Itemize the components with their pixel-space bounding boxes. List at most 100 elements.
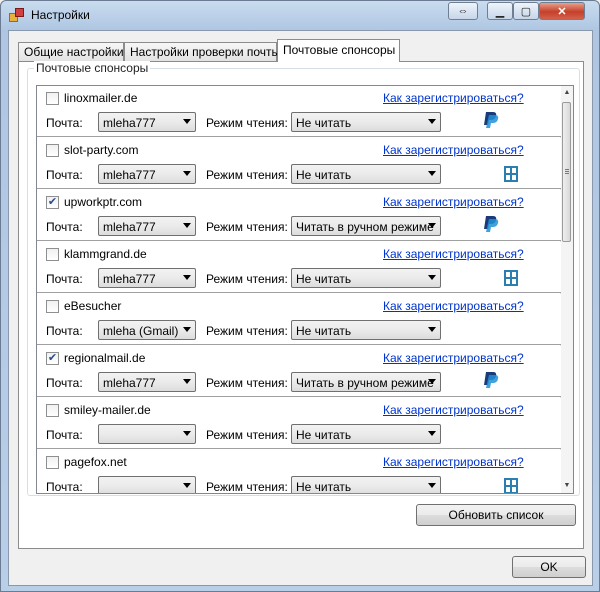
sponsor-entry: eBesucher Как зарегистрироваться? Почта: ml… (37, 294, 561, 345)
read-mode-label: Режим чтения: (206, 220, 288, 234)
ok-button[interactable]: OK (512, 556, 586, 578)
chevron-down-icon[interactable] (183, 119, 191, 124)
read-mode-combobox[interactable]: Читать в ручном режиме (291, 372, 441, 392)
read-mode-value: Не читать (296, 428, 352, 442)
mail-combobox[interactable] (98, 424, 196, 444)
mail-combobox[interactable]: mleha777 (98, 112, 196, 132)
register-link[interactable]: Как зарегистрироваться? (383, 455, 524, 469)
mail-label: Почта: (46, 220, 83, 234)
mail-combobox[interactable]: mleha777 (98, 268, 196, 288)
chevron-down-icon[interactable] (428, 379, 436, 384)
read-mode-combobox[interactable]: Не читать (291, 476, 441, 494)
sponsor-name: regionalmail.de (64, 351, 146, 365)
chevron-down-icon[interactable] (183, 171, 191, 176)
settings-window: Настройки ⇔ ▁ ▢ ✕ Общие настройки Настро… (0, 0, 600, 592)
read-mode-combobox[interactable]: Читать в ручном режиме (291, 216, 441, 236)
sponsor-entry: ✔ regionalmail.de Как зарегистрироваться? П… (37, 346, 561, 397)
mail-combobox-value: mleha (Gmail) (103, 324, 179, 338)
close-button[interactable]: ✕ (539, 2, 585, 20)
paypal-icon (481, 111, 501, 129)
read-mode-value: Не читать (296, 324, 352, 338)
maximize-button[interactable]: ▢ (513, 2, 539, 20)
register-link[interactable]: Как зарегистрироваться? (383, 299, 524, 313)
read-mode-value: Не читать (296, 480, 352, 494)
read-mode-combobox[interactable]: Не читать (291, 320, 441, 340)
register-link[interactable]: Как зарегистрироваться? (383, 195, 524, 209)
register-link[interactable]: Как зарегистрироваться? (383, 91, 524, 105)
swap-icon[interactable]: ⇔ (448, 2, 478, 20)
mail-combobox[interactable]: mleha777 (98, 372, 196, 392)
mail-combobox[interactable]: mleha (Gmail) (98, 320, 196, 340)
scroll-down-icon[interactable]: ▼ (561, 479, 573, 493)
enable-checkbox[interactable] (46, 92, 59, 105)
tab-mail-check-settings[interactable]: Настройки проверки почты (124, 42, 280, 61)
tab-page-mail-sponsors: Почтовые спонсоры ▲ ▼ linoxmailer.de Как … (18, 61, 584, 549)
read-mode-value: Не читать (296, 116, 352, 130)
app-icon (9, 8, 24, 22)
paypal-icon (481, 371, 501, 389)
sponsor-entry: slot-party.com Как зарегистрироваться? Поч… (37, 138, 561, 189)
mail-combobox-value: mleha777 (103, 272, 156, 286)
read-mode-label: Режим чтения: (206, 116, 288, 130)
read-mode-combobox[interactable]: Не читать (291, 268, 441, 288)
read-mode-label: Режим чтения: (206, 428, 288, 442)
read-mode-value: Не читать (296, 272, 352, 286)
refresh-list-button[interactable]: Обновить список (416, 504, 576, 526)
enable-checkbox[interactable] (46, 456, 59, 469)
chevron-down-icon[interactable] (428, 275, 436, 280)
read-mode-value: Читать в ручном режиме (296, 220, 434, 234)
register-link[interactable]: Как зарегистрироваться? (383, 403, 524, 417)
chevron-down-icon[interactable] (183, 223, 191, 228)
mail-combobox[interactable] (98, 476, 196, 493)
chevron-down-icon[interactable] (183, 483, 191, 488)
enable-checkbox[interactable] (46, 144, 59, 157)
sponsor-entry: pagefox.net Как зарегистрироваться? Почта:… (37, 450, 561, 494)
sponsor-name: smiley-mailer.de (64, 403, 151, 417)
tab-general-settings[interactable]: Общие настройки (18, 42, 124, 61)
read-mode-value: Не читать (296, 168, 352, 182)
chevron-down-icon[interactable] (428, 223, 436, 228)
client-area: Общие настройки Настройки проверки почты… (8, 30, 593, 586)
chevron-down-icon[interactable] (183, 275, 191, 280)
chevron-down-icon[interactable] (428, 119, 436, 124)
read-mode-label: Режим чтения: (206, 168, 288, 182)
sponsor-name: upworkptr.com (64, 195, 143, 209)
read-mode-combobox[interactable]: Не читать (291, 112, 441, 132)
chevron-down-icon[interactable] (428, 327, 436, 332)
register-link[interactable]: Как зарегистрироваться? (383, 143, 524, 157)
sponsor-name: eBesucher (64, 299, 122, 313)
read-mode-label: Режим чтения: (206, 376, 288, 390)
scroll-thumb[interactable] (562, 102, 571, 242)
minimize-button[interactable]: ▁ (487, 2, 513, 20)
enable-checkbox[interactable] (46, 300, 59, 313)
paypal-icon (481, 215, 501, 233)
mail-combobox[interactable]: mleha777 (98, 216, 196, 236)
enable-checkbox[interactable] (46, 248, 59, 261)
sponsor-entry: ✔ upworkptr.com Как зарегистрироваться? Поч… (37, 190, 561, 241)
mail-label: Почта: (46, 376, 83, 390)
chevron-down-icon[interactable] (428, 483, 436, 488)
read-mode-label: Режим чтения: (206, 324, 288, 338)
tab-mail-sponsors[interactable]: Почтовые спонсоры (277, 39, 400, 62)
register-link[interactable]: Как зарегистрироваться? (383, 351, 524, 365)
read-mode-label: Режим чтения: (206, 480, 288, 494)
title-bar[interactable]: Настройки ⇔ ▁ ▢ ✕ (1, 1, 599, 29)
mail-combobox[interactable]: mleha777 (98, 164, 196, 184)
chevron-down-icon[interactable] (428, 431, 436, 436)
mail-label: Почта: (46, 324, 83, 338)
mail-combobox-value: mleha777 (103, 220, 156, 234)
chevron-down-icon[interactable] (183, 379, 191, 384)
enable-checkbox[interactable]: ✔ (46, 196, 59, 209)
enable-checkbox[interactable]: ✔ (46, 352, 59, 365)
vertical-scrollbar[interactable]: ▲ ▼ (560, 86, 573, 493)
read-mode-combobox[interactable]: Не читать (291, 164, 441, 184)
groupbox-title: Почтовые спонсоры (34, 61, 151, 75)
read-mode-combobox[interactable]: Не читать (291, 424, 441, 444)
scroll-up-icon[interactable]: ▲ (561, 86, 573, 100)
enable-checkbox[interactable] (46, 404, 59, 417)
sponsor-list[interactable]: ▲ ▼ linoxmailer.de Как зарегистрироваться… (36, 85, 574, 494)
chevron-down-icon[interactable] (428, 171, 436, 176)
chevron-down-icon[interactable] (183, 327, 191, 332)
register-link[interactable]: Как зарегистрироваться? (383, 247, 524, 261)
chevron-down-icon[interactable] (183, 431, 191, 436)
